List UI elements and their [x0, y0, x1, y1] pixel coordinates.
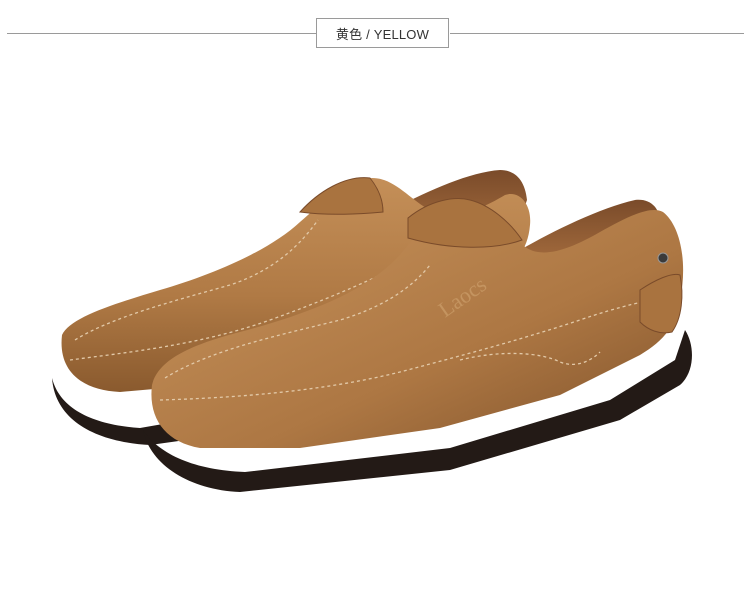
back-shoe-perforated-panel	[298, 177, 384, 215]
heel-rivet	[657, 252, 669, 264]
product-photo: Laocs	[52, 170, 692, 492]
front-shoe: Laocs	[143, 198, 692, 492]
